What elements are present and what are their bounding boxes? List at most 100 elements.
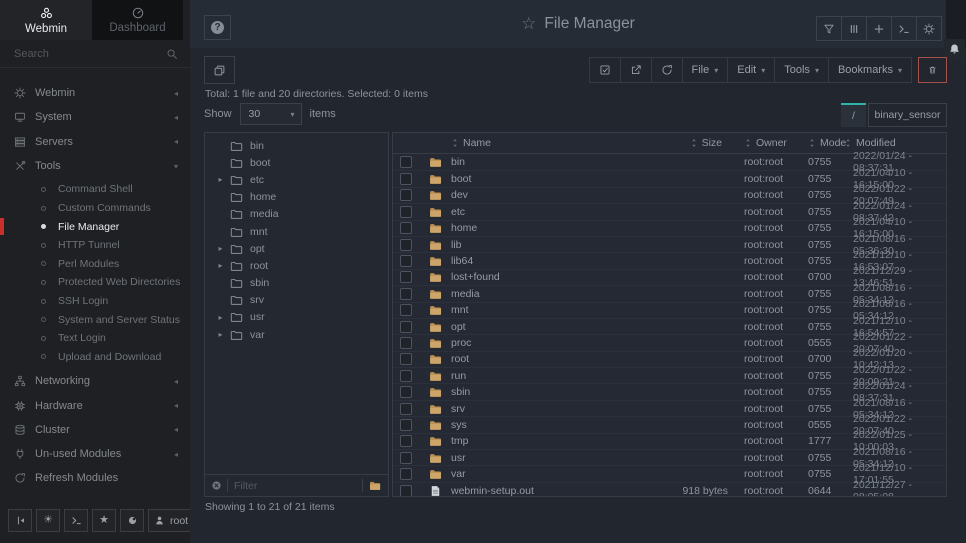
terminal-button[interactable] bbox=[64, 509, 88, 532]
collapse-button[interactable] bbox=[8, 509, 32, 532]
clone-window-button[interactable] bbox=[204, 56, 235, 84]
menu-file[interactable]: File▾ bbox=[682, 57, 729, 83]
file-name[interactable]: etc bbox=[451, 206, 658, 218]
row-checkbox[interactable] bbox=[400, 452, 412, 464]
row-checkbox[interactable] bbox=[400, 189, 412, 201]
column-header-modified[interactable]: Modified bbox=[840, 137, 946, 149]
tree-item-mnt[interactable]: mnt bbox=[205, 223, 388, 240]
funnel-button[interactable] bbox=[816, 16, 842, 41]
search-icon[interactable] bbox=[166, 48, 178, 60]
tree-item-sbin[interactable]: sbin bbox=[205, 275, 388, 292]
folder-icon[interactable] bbox=[369, 480, 381, 491]
file-name[interactable]: home bbox=[451, 222, 658, 234]
sidebar-item-perl-modules[interactable]: Perl Modules bbox=[0, 255, 190, 274]
sidebar-item-refresh-modules[interactable]: Refresh Modules bbox=[0, 466, 190, 490]
star-button[interactable]: ★ bbox=[92, 509, 116, 532]
row-checkbox[interactable] bbox=[400, 156, 412, 168]
gear-button[interactable] bbox=[916, 16, 942, 41]
row-checkbox[interactable] bbox=[400, 435, 412, 447]
tree-item-home[interactable]: home bbox=[205, 189, 388, 206]
expander-icon[interactable]: ▸ bbox=[214, 175, 227, 184]
file-name[interactable]: run bbox=[451, 370, 658, 382]
sun-button[interactable]: ☀ bbox=[36, 509, 60, 532]
sidebar-item-cluster[interactable]: Cluster◂ bbox=[0, 418, 190, 442]
file-name[interactable]: lost+found bbox=[451, 271, 658, 283]
file-name[interactable]: dev bbox=[451, 189, 658, 201]
row-checkbox[interactable] bbox=[400, 206, 412, 218]
row-checkbox[interactable] bbox=[400, 288, 412, 300]
file-name[interactable]: lib bbox=[451, 239, 658, 251]
path-search-input[interactable] bbox=[868, 103, 947, 127]
sidebar-item-text-login[interactable]: Text Login bbox=[0, 329, 190, 348]
sidebar-item-command-shell[interactable]: Command Shell bbox=[0, 180, 190, 199]
terminal-button[interactable] bbox=[891, 16, 917, 41]
sidebar-item-http-tunnel[interactable]: HTTP Tunnel bbox=[0, 236, 190, 255]
row-checkbox[interactable] bbox=[400, 353, 412, 365]
tree-item-usr[interactable]: ▸usr bbox=[205, 309, 388, 326]
row-checkbox[interactable] bbox=[400, 255, 412, 267]
tab-webmin[interactable]: Webmin bbox=[0, 0, 92, 40]
page-size-select[interactable]: 30 ▾ bbox=[240, 103, 302, 125]
share-button[interactable] bbox=[620, 57, 652, 83]
tree-item-etc[interactable]: ▸etc bbox=[205, 171, 388, 188]
file-name[interactable]: root bbox=[451, 353, 658, 365]
menu-bookmarks[interactable]: Bookmarks▾ bbox=[828, 57, 912, 83]
row-checkbox[interactable] bbox=[400, 403, 412, 415]
plus-button[interactable] bbox=[866, 16, 892, 41]
file-name[interactable]: sys bbox=[451, 419, 658, 431]
row-checkbox[interactable] bbox=[400, 173, 412, 185]
column-header-owner[interactable]: Owner bbox=[736, 137, 800, 149]
search-input[interactable] bbox=[0, 48, 166, 60]
select-all-button[interactable] bbox=[589, 57, 621, 83]
file-name[interactable]: lib64 bbox=[451, 255, 658, 267]
palette-button[interactable] bbox=[120, 509, 144, 532]
expander-icon[interactable]: ▸ bbox=[214, 313, 227, 322]
refresh-button[interactable] bbox=[651, 57, 683, 83]
tree-item-srv[interactable]: srv bbox=[205, 292, 388, 309]
sidebar-item-upload-and-download[interactable]: Upload and Download bbox=[0, 348, 190, 367]
sidebar-item-un-used-modules[interactable]: Un-used Modules◂ bbox=[0, 442, 190, 466]
expander-icon[interactable]: ▸ bbox=[214, 261, 227, 270]
row-checkbox[interactable] bbox=[400, 304, 412, 316]
row-checkbox[interactable] bbox=[400, 321, 412, 333]
row-checkbox[interactable] bbox=[400, 419, 412, 431]
sidebar-item-ssh-login[interactable]: SSH Login bbox=[0, 292, 190, 311]
row-checkbox[interactable] bbox=[400, 386, 412, 398]
tree-item-var[interactable]: ▸var bbox=[205, 326, 388, 343]
file-name[interactable]: sbin bbox=[451, 386, 658, 398]
tree-item-opt[interactable]: ▸opt bbox=[205, 240, 388, 257]
file-name[interactable]: var bbox=[451, 468, 658, 480]
clear-filter-icon[interactable] bbox=[211, 480, 222, 491]
sidebar-item-tools[interactable]: Tools▾ bbox=[0, 154, 190, 178]
row-checkbox[interactable] bbox=[400, 222, 412, 234]
expander-icon[interactable]: ▸ bbox=[214, 244, 227, 253]
file-name[interactable]: mnt bbox=[451, 304, 658, 316]
file-name[interactable]: webmin-setup.out bbox=[451, 485, 658, 497]
delete-button[interactable] bbox=[918, 57, 947, 83]
file-name[interactable]: boot bbox=[451, 173, 658, 185]
menu-tools[interactable]: Tools▾ bbox=[774, 57, 829, 83]
file-name[interactable]: media bbox=[451, 288, 658, 300]
menu-edit[interactable]: Edit▾ bbox=[727, 57, 775, 83]
columns-button[interactable] bbox=[841, 16, 867, 41]
sidebar-item-file-manager[interactable]: File Manager bbox=[0, 217, 190, 236]
column-header-name[interactable]: Name bbox=[451, 137, 658, 149]
sidebar-item-hardware[interactable]: Hardware◂ bbox=[0, 393, 190, 417]
row-checkbox[interactable] bbox=[400, 370, 412, 382]
row-checkbox[interactable] bbox=[400, 239, 412, 251]
file-name[interactable]: usr bbox=[451, 452, 658, 464]
person-button[interactable]: root bbox=[148, 509, 194, 532]
sidebar-item-webmin[interactable]: Webmin◂ bbox=[0, 81, 190, 105]
row-checkbox[interactable] bbox=[400, 468, 412, 480]
help-button[interactable]: ? bbox=[204, 15, 231, 40]
sidebar-item-system-and-server-status[interactable]: System and Server Status bbox=[0, 310, 190, 329]
expander-icon[interactable]: ▸ bbox=[214, 330, 227, 339]
sidebar-item-custom-commands[interactable]: Custom Commands bbox=[0, 199, 190, 218]
file-name[interactable]: opt bbox=[451, 321, 658, 333]
root-path-button[interactable]: / bbox=[841, 103, 866, 127]
sidebar-item-protected-web-directories[interactable]: Protected Web Directories bbox=[0, 273, 190, 292]
tree-item-root[interactable]: ▸root bbox=[205, 257, 388, 274]
row-checkbox[interactable] bbox=[400, 271, 412, 283]
tree-filter-input[interactable] bbox=[228, 480, 362, 492]
tree-item-bin[interactable]: bin bbox=[205, 137, 388, 154]
